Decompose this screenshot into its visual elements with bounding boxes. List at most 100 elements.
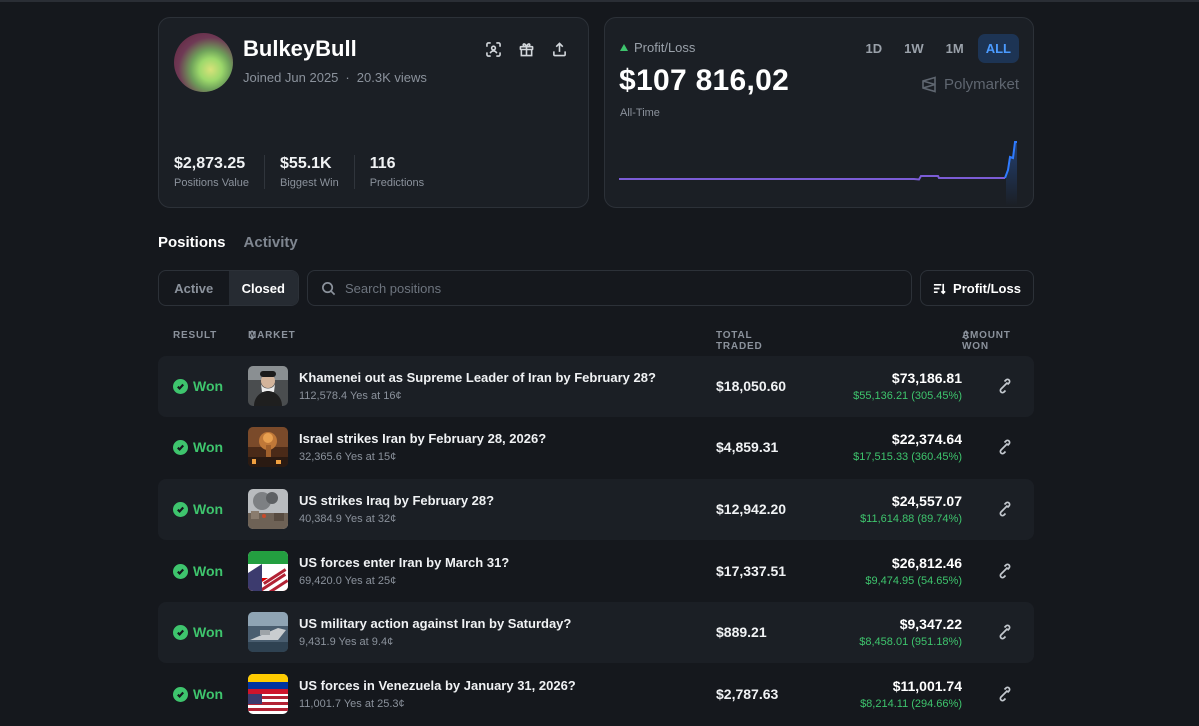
table-row[interactable]: Won Israel strikes Iran by February 28, … <box>158 417 1034 478</box>
brand-name: Polymarket <box>943 76 1019 93</box>
pnl-label-text: Profit/Loss <box>634 40 696 55</box>
check-circle-icon <box>173 378 188 394</box>
avatar[interactable] <box>174 33 233 92</box>
result-label: Won <box>193 624 224 640</box>
search-icon <box>322 281 336 295</box>
result-label: Won <box>193 563 224 579</box>
amount-won: $26,812.46 <box>891 555 962 571</box>
share-tag-icon[interactable] <box>998 563 1012 579</box>
sort-button[interactable]: Profit/Loss <box>920 270 1034 306</box>
market-thumbnail[interactable] <box>248 427 288 467</box>
profile-card: BulkeyBull Joined Jun 2025 · 20.3K views $… <box>158 17 589 208</box>
share-upload-icon[interactable] <box>550 40 568 58</box>
scan-icon[interactable] <box>484 40 502 58</box>
range-1m[interactable]: 1M <box>938 34 972 63</box>
market-shares: 11,001.7 Yes at 25.3¢ <box>299 698 405 710</box>
share-tag-icon[interactable] <box>998 686 1012 702</box>
view-count: 20.3K views <box>356 70 427 85</box>
market-title[interactable]: US military action against Iran by Satur… <box>299 616 571 631</box>
stat-predictions: 116 Predictions <box>370 155 439 189</box>
profit-amount: $11,614.88 (89.74%) <box>860 513 962 525</box>
sparkline-line <box>619 175 1005 181</box>
table-row[interactable]: Won US forces in Venezuela by January 31… <box>158 664 1034 725</box>
share-tag-icon[interactable] <box>998 501 1012 517</box>
share-tag-icon[interactable] <box>998 439 1012 455</box>
share-tag-icon[interactable] <box>998 378 1012 394</box>
market-thumbnail[interactable] <box>248 489 288 529</box>
section-tabs: Positions Activity <box>158 234 298 251</box>
market-title[interactable]: US forces in Venezuela by January 31, 20… <box>299 678 576 693</box>
tab-positions[interactable]: Positions <box>158 234 226 251</box>
profile-stats: $2,873.25 Positions Value $55.1K Biggest… <box>174 155 454 189</box>
market-title[interactable]: US forces enter Iran by March 31? <box>299 555 509 570</box>
total-traded: $2,787.63 <box>716 686 779 702</box>
total-traded: $18,050.60 <box>716 378 787 394</box>
separator-dot: · <box>345 70 350 85</box>
search-input[interactable] <box>345 280 865 296</box>
result-cell: Won <box>173 378 223 394</box>
result-cell: Won <box>173 686 223 702</box>
market-title[interactable]: Israel strikes Iran by February 28, 2026… <box>299 431 546 446</box>
pnl-period: All-Time <box>620 107 660 119</box>
stat-value: $2,873.25 <box>174 155 246 172</box>
range-1w[interactable]: 1W <box>896 34 932 63</box>
filter-closed-button[interactable]: Closed <box>228 271 298 305</box>
sort-arrows-icon <box>248 330 256 340</box>
table-row[interactable]: Won US military action against Iran by S… <box>158 602 1034 663</box>
result-label: Won <box>193 378 224 394</box>
result-cell: Won <box>173 439 223 455</box>
market-thumbnail[interactable] <box>248 612 288 652</box>
table-row[interactable]: Won US forces enter Iran by March 31? 69… <box>158 541 1034 602</box>
result-cell: Won <box>173 563 223 579</box>
market-shares: 40,384.9 Yes at 32¢ <box>299 513 397 525</box>
stat-label: Positions Value <box>174 177 250 189</box>
stat-label: Predictions <box>369 177 425 189</box>
table-row[interactable]: Won Khamenei out as Supreme Leader of Ir… <box>158 356 1034 417</box>
share-tag-icon[interactable] <box>998 624 1012 640</box>
check-circle-icon <box>173 686 188 702</box>
amount-won: $73,186.81 <box>891 370 962 386</box>
market-title[interactable]: Khamenei out as Supreme Leader of Iran b… <box>299 370 656 385</box>
sparkline-area <box>1006 142 1017 206</box>
search-box <box>307 270 912 306</box>
up-triangle-icon <box>620 44 628 51</box>
profit-amount: $8,214.11 (294.66%) <box>860 698 962 710</box>
username: BulkeyBull <box>243 36 357 61</box>
filter-active-button[interactable]: Active <box>159 271 229 305</box>
market-thumbnail[interactable] <box>248 366 288 406</box>
market-shares: 69,420.0 Yes at 25¢ <box>299 575 397 587</box>
profit-amount: $8,458.01 (951.18%) <box>859 636 962 648</box>
result-cell: Won <box>173 501 223 517</box>
header-total-traded-label: TOTAL TRADED <box>716 330 763 352</box>
sort-arrows-icon <box>962 330 970 340</box>
amount-won: $11,001.74 <box>892 678 962 694</box>
polymarket-logo-icon <box>922 76 936 93</box>
market-thumbnail[interactable] <box>248 674 288 714</box>
stat-value: 116 <box>369 155 396 172</box>
market-shares: 32,365.6 Yes at 15¢ <box>299 451 397 463</box>
table-row[interactable]: Won US strikes Iraq by February 28? 40,3… <box>158 479 1034 540</box>
gift-icon[interactable] <box>517 40 535 58</box>
total-traded: $12,942.20 <box>716 501 787 517</box>
sort-icon <box>933 283 946 294</box>
market-shares: 9,431.9 Yes at 9.4¢ <box>299 636 394 648</box>
profile-actions <box>484 40 568 58</box>
tab-activity[interactable]: Activity <box>244 234 298 251</box>
profit-amount: $9,474.95 (54.65%) <box>865 575 962 587</box>
check-circle-icon <box>173 624 188 640</box>
stat-value: $55.1K <box>280 155 332 172</box>
result-label: Won <box>193 501 224 517</box>
header-result-label: RESULT <box>173 330 218 341</box>
check-circle-icon <box>173 501 188 517</box>
market-thumbnail[interactable] <box>248 551 288 591</box>
stat-biggest-win: $55.1K Biggest Win <box>280 155 355 189</box>
range-1d[interactable]: 1D <box>858 34 891 63</box>
pnl-label: Profit/Loss <box>620 40 695 55</box>
range-all[interactable]: ALL <box>977 34 1019 63</box>
joined-date: Joined Jun 2025 <box>243 70 339 85</box>
market-title[interactable]: US strikes Iraq by February 28? <box>299 493 494 508</box>
check-circle-icon <box>173 563 188 579</box>
result-label: Won <box>193 439 224 455</box>
polymarket-brand: Polymarket <box>921 76 1019 93</box>
profit-amount: $55,136.21 (305.45%) <box>853 390 962 402</box>
